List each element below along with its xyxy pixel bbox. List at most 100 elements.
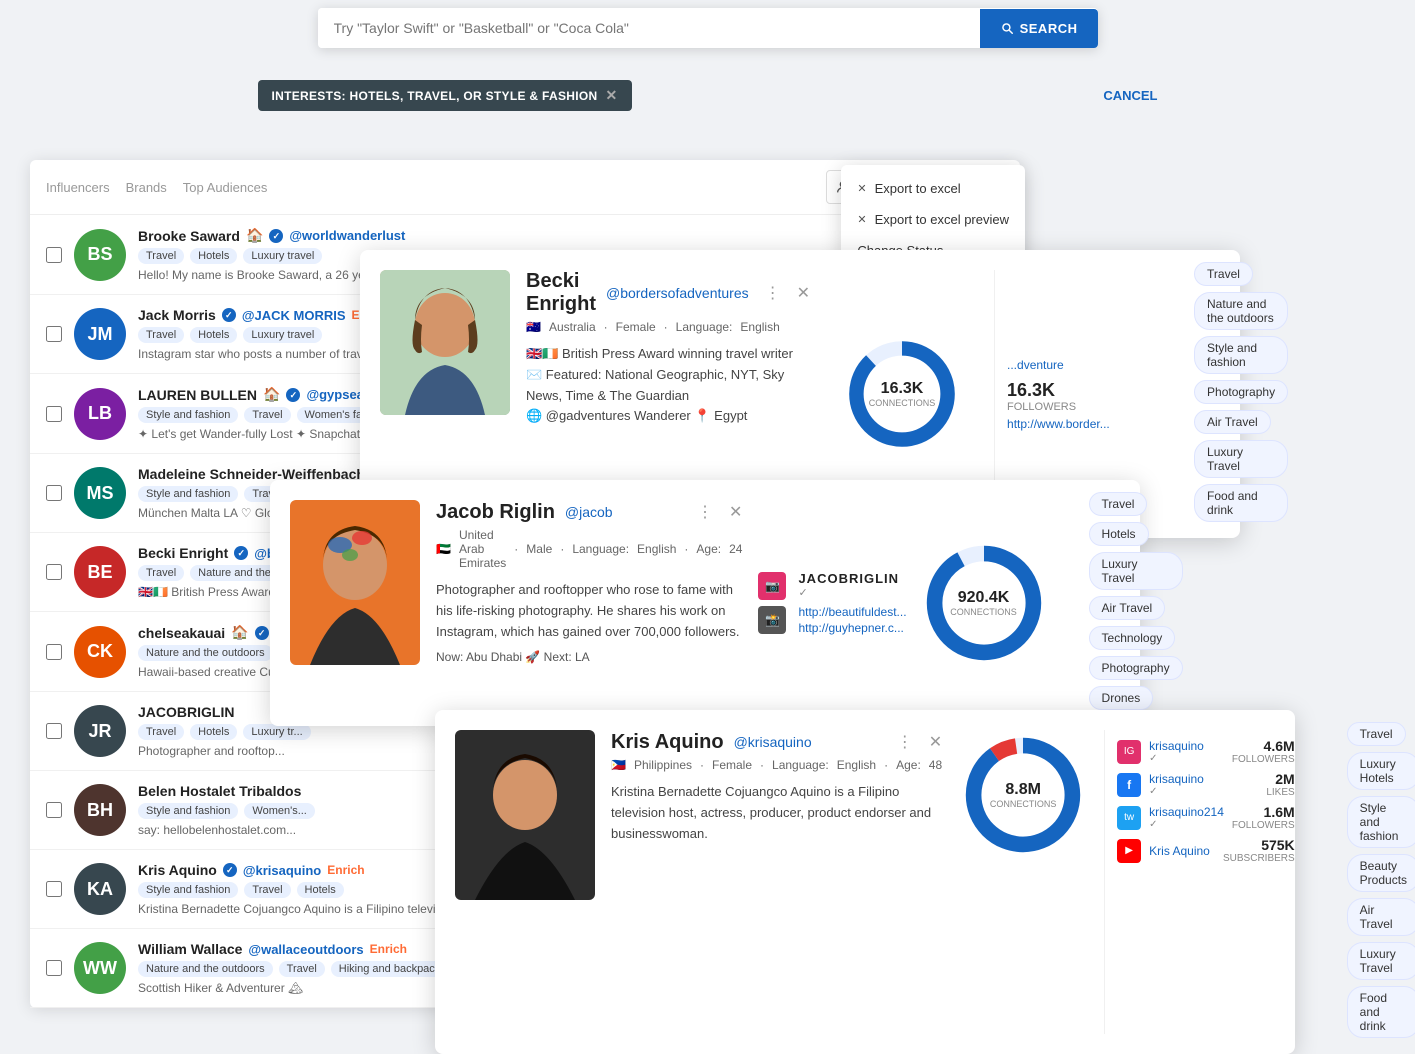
- tag: Style and fashion: [138, 407, 238, 423]
- tab-top-audiences[interactable]: Top Audiences: [183, 176, 268, 199]
- avatar: BS: [74, 229, 126, 281]
- avatar: JR: [74, 705, 126, 757]
- tab-brands[interactable]: Brands: [126, 176, 167, 199]
- avatar: JM: [74, 308, 126, 360]
- fb-handle[interactable]: krisaquino: [1149, 772, 1204, 786]
- row-checkbox[interactable]: [46, 485, 62, 501]
- yt-handle[interactable]: Kris Aquino: [1149, 844, 1210, 858]
- enrich-link[interactable]: Enrich: [370, 942, 407, 956]
- card-name: Becki Enright: [526, 270, 596, 316]
- card-handle[interactable]: @bordersofadventures: [606, 285, 749, 301]
- row-checkbox[interactable]: [46, 406, 62, 422]
- profile-link[interactable]: http://www.border...: [1007, 417, 1142, 431]
- adventure-link[interactable]: ...dventure: [1007, 358, 1064, 372]
- search-input[interactable]: [318, 8, 980, 48]
- more-options-icon[interactable]: ⋮: [891, 730, 919, 754]
- fb-info: krisaquino ✓: [1149, 772, 1204, 797]
- card-right-section: 📷 📸 JACOBRIGLIN ✓ http://beautifuldest..…: [758, 500, 1048, 706]
- row-checkbox[interactable]: [46, 960, 62, 976]
- verified-badge: ✓: [222, 308, 236, 322]
- card-tag: Travel: [1194, 262, 1253, 286]
- link1[interactable]: http://beautifuldest...: [798, 605, 906, 619]
- verified-icon: ✓: [798, 586, 807, 599]
- close-icon[interactable]: ✕: [797, 283, 810, 303]
- cancel-button[interactable]: CANCEL: [1103, 88, 1157, 103]
- influencer-handle[interactable]: @krisaquino: [243, 863, 321, 878]
- card-handle[interactable]: @jacob: [565, 504, 613, 520]
- ig-label: FOLLOWERS: [1232, 754, 1295, 765]
- menu-item-export-excel-preview[interactable]: ✕ Export to excel preview: [841, 204, 1025, 235]
- search-button[interactable]: SEARCH: [980, 9, 1098, 48]
- x-icon: ✕: [857, 182, 866, 195]
- fb-verified: ✓: [1149, 786, 1204, 797]
- card-tags: Travel Luxury Hotels Style and fashion B…: [1327, 722, 1415, 1054]
- tag: Travel: [138, 565, 184, 581]
- gender: Male: [526, 542, 552, 556]
- connections-value: 16.3K: [869, 380, 936, 398]
- country-flag: 🇦🇪: [436, 542, 451, 556]
- avatar-placeholder: BH: [74, 784, 126, 836]
- tab-influencers[interactable]: Influencers: [46, 176, 110, 199]
- card-tag: Air Travel: [1089, 596, 1166, 620]
- connections-label: CONNECTIONS: [950, 607, 1017, 617]
- influencer-handle[interactable]: @wallaceoutdoors: [248, 942, 363, 957]
- verified-badge: ✓: [255, 626, 269, 640]
- tag: Travel: [244, 882, 290, 898]
- yt-value: 575K: [1223, 837, 1295, 853]
- avatar-placeholder: WW: [74, 942, 126, 994]
- ig-handle[interactable]: krisaquino: [1149, 739, 1204, 753]
- row-checkbox[interactable]: [46, 723, 62, 739]
- card-tag: Beauty Products: [1347, 854, 1415, 892]
- avatar: MS: [74, 467, 126, 519]
- ig-icon: IG: [1117, 740, 1141, 764]
- card-inner: Kris Aquino @krisaquino ⋮ ✕ 🇵🇭 Philippin…: [435, 710, 1327, 1054]
- card-handle[interactable]: @krisaquino: [734, 734, 812, 750]
- row-checkbox[interactable]: [46, 326, 62, 342]
- ig-verified: ✓: [1149, 753, 1204, 764]
- donut-chart: 8.8M CONNECTIONS: [958, 730, 1088, 860]
- fb-stat-row: f krisaquino ✓ 2M LIKES: [1117, 771, 1295, 798]
- menu-item-label-2: Export to excel preview: [875, 212, 1009, 227]
- avatar: BH: [74, 784, 126, 836]
- card-bio: Photographer and rooftopper who rose to …: [436, 580, 742, 642]
- country: Australia: [549, 320, 596, 334]
- row-checkbox[interactable]: [46, 644, 62, 660]
- card-tag: Photography: [1194, 380, 1288, 404]
- avatar-placeholder: CK: [74, 626, 126, 678]
- card-tag: Technology: [1089, 626, 1176, 650]
- avatar-placeholder: KA: [74, 863, 126, 915]
- menu-item-export-excel[interactable]: ✕ Export to excel: [841, 173, 1025, 204]
- card-location: Now: Abu Dhabi 🚀 Next: LA: [436, 650, 742, 664]
- tw-verified: ✓: [1149, 819, 1224, 830]
- more-options-icon[interactable]: ⋮: [691, 500, 719, 524]
- home-icon: 🏠: [231, 624, 248, 641]
- filter-close-icon[interactable]: ✕: [605, 87, 617, 104]
- row-checkbox[interactable]: [46, 802, 62, 818]
- row-checkbox[interactable]: [46, 881, 62, 897]
- tw-handle[interactable]: krisaquino214: [1149, 805, 1224, 819]
- card-tag: Luxury Travel: [1347, 942, 1415, 980]
- donut-chart: 16.3K CONNECTIONS: [842, 334, 962, 454]
- social-stats: IG krisaquino ✓ 4.6M FOLLOWERS f krisaqu…: [1104, 730, 1307, 1034]
- influencer-handle[interactable]: @JACK MORRIS: [242, 308, 346, 323]
- card-tag: Style and fashion: [1194, 336, 1288, 374]
- row-checkbox[interactable]: [46, 564, 62, 580]
- more-options-icon[interactable]: ⋮: [759, 281, 787, 305]
- close-icon[interactable]: ✕: [729, 502, 742, 522]
- influencer-handle[interactable]: @worldwanderlust: [289, 228, 405, 243]
- link2[interactable]: http://guyhepner.c...: [798, 621, 906, 635]
- close-icon[interactable]: ✕: [929, 732, 942, 752]
- avatar: WW: [74, 942, 126, 994]
- instagram-icon[interactable]: 📷: [758, 572, 786, 600]
- row-checkbox[interactable]: [46, 247, 62, 263]
- age-label: Age:: [696, 542, 721, 556]
- card-bio: Kristina Bernadette Cojuangco Aquino is …: [611, 782, 942, 844]
- camera-icon: 📸: [758, 606, 786, 634]
- enrich-link[interactable]: Enrich: [327, 863, 364, 877]
- tw-count: 1.6M FOLLOWERS: [1232, 804, 1295, 831]
- tw-value: 1.6M: [1232, 804, 1295, 820]
- stat-row-adventure: ...dventure: [1007, 358, 1142, 372]
- tag: Hotels: [190, 327, 237, 343]
- profile-card-kris: Kris Aquino @krisaquino ⋮ ✕ 🇵🇭 Philippin…: [435, 710, 1295, 1054]
- language: English: [740, 320, 779, 334]
